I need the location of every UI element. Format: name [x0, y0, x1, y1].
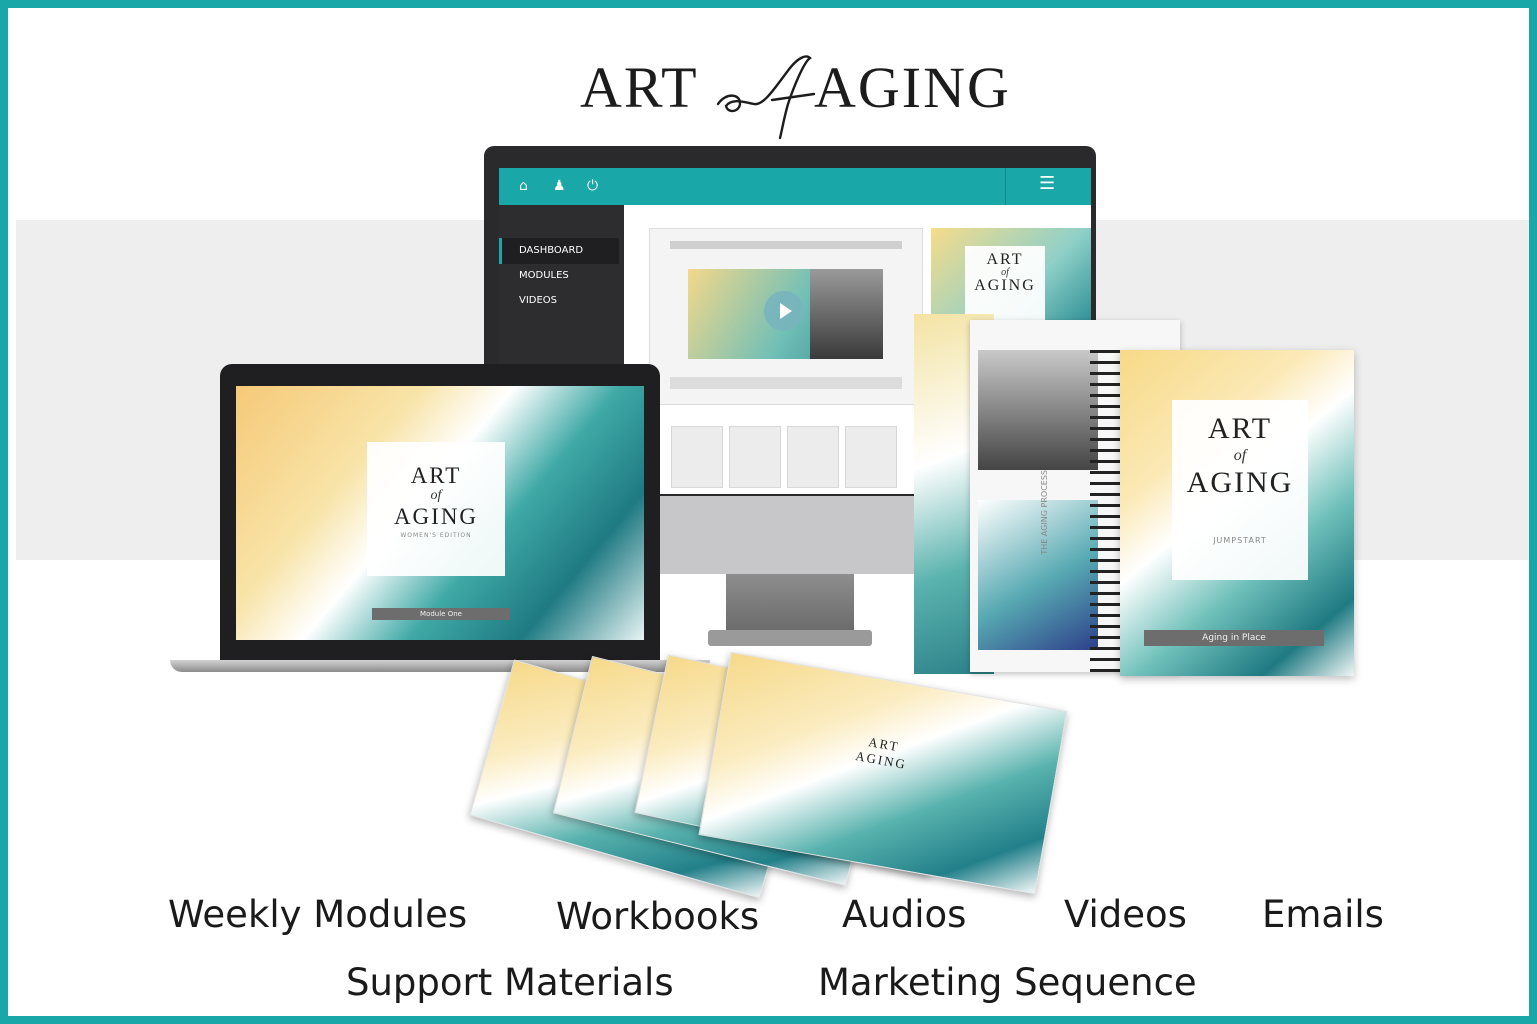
dashboard-topbar: ⌂ ♟ ⏻ ☰ — [499, 168, 1091, 205]
jumpstart-subtitle: JUMPSTART — [1213, 536, 1267, 545]
laptop-cover-card: ART of AGING WOMEN'S EDITION — [367, 442, 505, 576]
menu-icon[interactable]: ☰ — [1039, 175, 1055, 193]
caption-emails: Emails — [1262, 893, 1384, 936]
screen-poster: ART of AGING — [931, 228, 1091, 328]
poster-title-aging: AGING — [974, 277, 1036, 294]
laptop-title-aging: AGING — [393, 504, 479, 529]
jumpstart-title-aging: AGING — [1186, 466, 1294, 499]
notebook-section-title: THE AGING PROCESS — [1040, 470, 1049, 555]
video-thumbnail — [688, 269, 883, 359]
logo-word-art: ART — [580, 55, 699, 120]
jumpstart-title-art: ART — [1207, 412, 1273, 445]
video-thumb-4[interactable] — [845, 426, 897, 488]
booklet-title: ART AGING — [854, 732, 911, 772]
laptop-title-of: of — [430, 488, 442, 503]
laptop-screen-art: ART of AGING WOMEN'S EDITION Module One — [236, 386, 644, 640]
laptop-module-label: Module One — [372, 608, 510, 620]
video-thumb-2[interactable] — [729, 426, 781, 488]
player-title-bar — [670, 241, 902, 249]
video-player — [649, 228, 923, 405]
caption-marketing-sequence: Marketing Sequence — [818, 961, 1197, 1004]
caption-weekly-modules: Weekly Modules — [168, 893, 468, 936]
poster-title-art: ART — [986, 251, 1024, 268]
video-photo — [810, 269, 883, 359]
jumpstart-cover-card: ART of AGING JUMPSTART — [1172, 400, 1308, 580]
sidebar-item-modules[interactable]: MODULES — [519, 270, 569, 281]
sidebar-item-videos[interactable]: VIDEOS — [519, 295, 557, 306]
caption-audios: Audios — [842, 893, 967, 936]
laptop-title-art: ART — [410, 463, 462, 488]
monitor-stand — [726, 574, 854, 632]
notebook-photo — [978, 350, 1098, 470]
topbar-divider — [1005, 168, 1006, 205]
monitor-base — [708, 630, 872, 646]
caption-support-materials: Support Materials — [346, 961, 674, 1004]
logo-word-aging: AGING — [814, 55, 1011, 120]
laptop-subtitle: WOMEN'S EDITION — [400, 532, 472, 539]
user-icon[interactable]: ♟ — [553, 178, 566, 194]
video-thumb-1[interactable] — [671, 426, 723, 488]
jumpstart-workbook: ART of AGING JUMPSTART Aging in Place — [1120, 350, 1354, 676]
jumpstart-title-of: of — [1233, 447, 1247, 464]
logo-script-of — [716, 55, 816, 140]
power-icon[interactable]: ⏻ — [587, 178, 598, 194]
sidebar-item-dashboard[interactable]: DASHBOARD — [519, 245, 583, 256]
player-controls[interactable] — [670, 377, 902, 389]
caption-videos: Videos — [1064, 893, 1187, 936]
home-icon[interactable]: ⌂ — [519, 178, 528, 194]
jumpstart-label: Aging in Place — [1144, 630, 1324, 646]
video-thumb-3[interactable] — [787, 426, 839, 488]
notebook-art — [978, 500, 1098, 650]
promo-frame: ART AGING ⌂ ♟ ⏻ ☰ DASHBOARD MODULES VIDE… — [0, 0, 1537, 1024]
play-button[interactable] — [764, 291, 804, 331]
laptop: ART of AGING WOMEN'S EDITION Module One — [220, 364, 660, 662]
play-icon — [780, 303, 792, 319]
caption-workbooks: Workbooks — [556, 895, 760, 938]
art-of-aging-logo: ART AGING — [578, 46, 1011, 141]
